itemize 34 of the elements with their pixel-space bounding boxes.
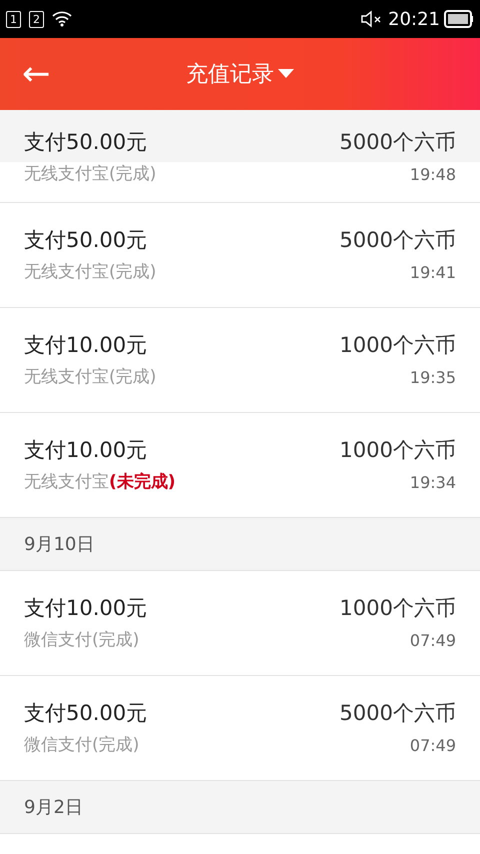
- date-header: 9月2日: [0, 781, 480, 834]
- coin-amount: 5000个六币: [340, 128, 456, 156]
- payment-amount: 支付10.00元: [24, 332, 148, 358]
- page-title[interactable]: 充值记录: [186, 58, 274, 90]
- payment-method: 无线支付宝(完成): [24, 366, 156, 389]
- coin-amount: 5000个六币: [340, 700, 456, 726]
- payment-amount: 支付50.00元: [24, 226, 148, 254]
- record-time: 19:35: [410, 366, 456, 389]
- record-time: 19:34: [410, 472, 456, 494]
- wifi-icon: [52, 11, 72, 27]
- payment-amount: 支付10.00元: [24, 436, 148, 464]
- payment-method: 无线支付宝(完成): [24, 163, 156, 186]
- coin-amount: 1000个六币: [340, 332, 456, 358]
- payment-method: 微信支付(完成): [24, 734, 140, 757]
- record-time: 19:41: [410, 262, 456, 284]
- back-button[interactable]: ←: [22, 57, 50, 91]
- payment-amount: 支付50.00元: [24, 128, 148, 156]
- date-header: 9月10日: [0, 518, 480, 571]
- record-time: 07:49: [410, 630, 456, 652]
- coin-amount: 1000个六币: [340, 436, 456, 464]
- sim-icon: 2: [29, 10, 44, 28]
- dropdown-caret-icon[interactable]: [278, 69, 294, 79]
- battery-icon: [444, 10, 474, 28]
- clock-time: 20:21: [388, 8, 440, 32]
- record-time: 19:48: [410, 164, 456, 186]
- coin-amount: 5000个六币: [340, 226, 456, 254]
- payment-method: 无线支付宝(完成): [24, 261, 156, 284]
- payment-amount: 支付50.00元: [24, 700, 148, 726]
- coin-amount: 1000个六币: [340, 594, 456, 622]
- payment-method: 无线支付宝(未完成): [24, 471, 176, 494]
- payment-amount: 支付10.00元: [24, 594, 148, 622]
- record-time: 07:49: [410, 734, 456, 757]
- sim-icon: 1: [6, 10, 21, 28]
- payment-method: 微信支付(完成): [24, 629, 140, 652]
